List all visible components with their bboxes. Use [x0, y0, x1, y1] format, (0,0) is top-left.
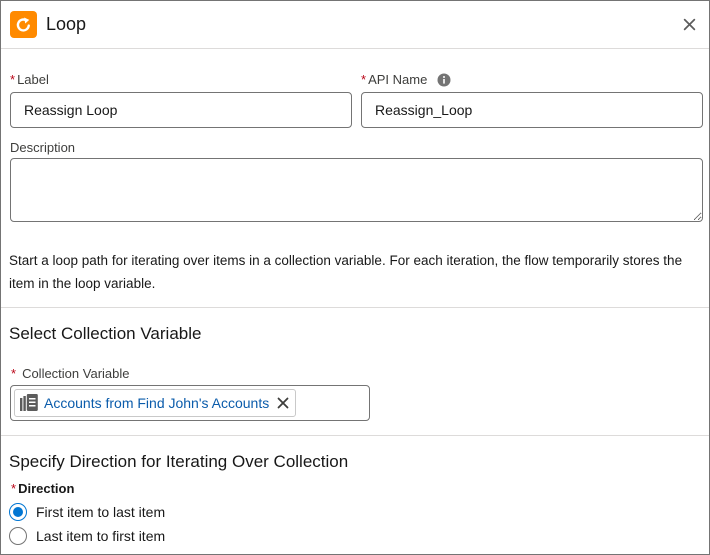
section-divider [1, 307, 709, 308]
loop-editor-panel: Loop * Label * API Name [0, 0, 710, 555]
collection-variable-value: Accounts from Find John's Accounts [44, 395, 270, 411]
collection-icon [19, 393, 39, 413]
collection-variable-pill[interactable]: Accounts from Find John's Accounts [14, 389, 297, 417]
radio-label: Last item to first item [36, 528, 166, 544]
radio-button[interactable] [9, 527, 27, 545]
required-marker: * [10, 72, 16, 87]
label-input[interactable] [10, 92, 352, 128]
direction-label: * Direction [11, 481, 75, 496]
required-marker: * [11, 481, 17, 496]
radio-last-to-first[interactable]: Last item to first item [9, 527, 165, 545]
api-name-field-label: * API Name [361, 72, 703, 87]
collection-variable-label: * Collection Variable [11, 366, 130, 381]
description-textarea[interactable] [10, 158, 703, 222]
close-icon[interactable] [677, 13, 701, 37]
api-name-field: * API Name [361, 72, 703, 128]
radio-first-to-last[interactable]: First item to last item [9, 503, 165, 521]
description-label: Description [10, 140, 76, 155]
api-name-input[interactable] [361, 92, 703, 128]
panel-header: Loop [1, 1, 709, 49]
info-icon[interactable] [437, 73, 451, 87]
collection-section-title: Select Collection Variable [9, 324, 202, 343]
collection-variable-input[interactable]: Accounts from Find John's Accounts [10, 385, 370, 421]
help-text: Start a loop path for iterating over ite… [9, 253, 683, 291]
section-divider [1, 435, 709, 436]
radio-label: First item to last item [36, 504, 166, 520]
required-marker: * [11, 366, 17, 381]
direction-section-title: Specify Direction for Iterating Over Col… [9, 452, 349, 471]
label-field-label: * Label [10, 72, 49, 87]
required-marker: * [361, 72, 367, 87]
loop-icon [10, 11, 37, 38]
description-field: Description [10, 140, 703, 222]
close-icon[interactable] [277, 397, 289, 409]
radio-button[interactable] [9, 503, 27, 521]
label-field: * Label [10, 72, 352, 128]
panel-title: Loop [46, 14, 87, 34]
